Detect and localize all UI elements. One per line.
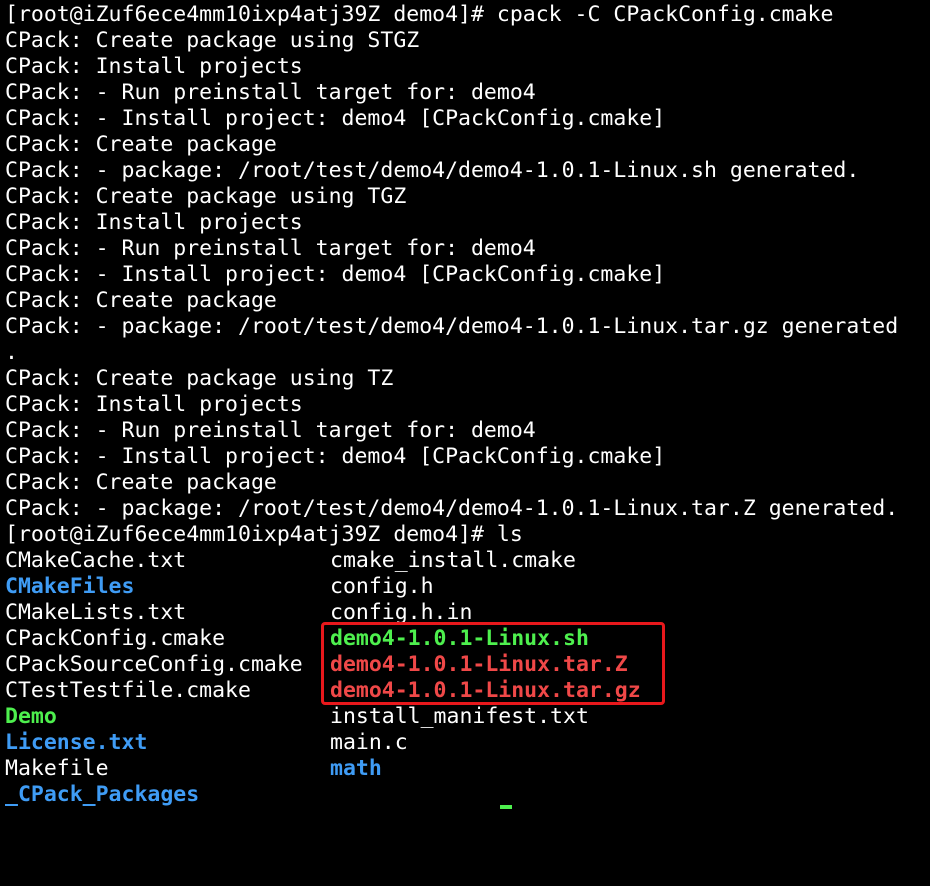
prompt-line: [root@iZuf6ece4mm10ixp4atj39Z demo4]# cp… xyxy=(5,2,834,27)
ls-entry: main.c xyxy=(330,730,408,755)
ls-entry-executable: demo4-1.0.1-Linux.sh xyxy=(330,626,589,651)
output-line: CPack: Create package using STGZ xyxy=(5,28,420,53)
ls-entry: CMakeCache.txt xyxy=(5,548,187,573)
ls-row: CMakeLists.txt config.h.in xyxy=(5,600,927,626)
ls-entry: Makefile xyxy=(5,756,109,781)
ls-row: Demo install_manifest.txt xyxy=(5,704,927,730)
ls-entry-executable: Demo xyxy=(5,704,57,729)
ls-row: CPackConfig.cmake demo4-1.0.1-Linux.sh xyxy=(5,626,927,652)
ls-entry: CMakeLists.txt xyxy=(5,600,187,625)
output-line: CPack: - package: /root/test/demo4/demo4… xyxy=(5,314,899,339)
output-line: . xyxy=(5,340,18,365)
output-line: CPack: Create package xyxy=(5,132,277,157)
ls-entry-directory: CMakeFiles xyxy=(5,574,135,599)
ls-entry-directory: _CPack_Packages xyxy=(5,782,200,807)
ls-entry: config.h xyxy=(330,574,434,599)
output-line: CPack: Create package using TZ xyxy=(5,366,394,391)
ls-row: Makefile math xyxy=(5,756,927,782)
output-line: CPack: - Install project: demo4 [CPackCo… xyxy=(5,106,666,131)
ls-entry: install_manifest.txt xyxy=(330,704,589,729)
output-line: CPack: - Install project: demo4 [CPackCo… xyxy=(5,444,666,469)
output-line: CPack: Install projects xyxy=(5,392,303,417)
output-line: CPack: - Run preinstall target for: demo… xyxy=(5,418,536,443)
ls-entry: config.h.in xyxy=(330,600,473,625)
ls-row: CMakeFiles config.h xyxy=(5,574,927,600)
terminal-output[interactable]: [root@iZuf6ece4mm10ixp4atj39Z demo4]# cp… xyxy=(5,2,927,808)
ls-entry-archive: demo4-1.0.1-Linux.tar.Z xyxy=(330,652,628,677)
output-line: CPack: Create package xyxy=(5,470,277,495)
output-line: CPack: Install projects xyxy=(5,54,303,79)
ls-entry: CPackSourceConfig.cmake xyxy=(5,652,303,677)
output-line: CPack: Create package xyxy=(5,288,277,313)
ls-entry: CTestTestfile.cmake xyxy=(5,678,251,703)
ls-row: CTestTestfile.cmake demo4-1.0.1-Linux.ta… xyxy=(5,678,927,704)
ls-entry-archive: demo4-1.0.1-Linux.tar.gz xyxy=(330,678,641,703)
output-line: CPack: - Run preinstall target for: demo… xyxy=(5,236,536,261)
prompt-line: [root@iZuf6ece4mm10ixp4atj39Z demo4]# ls xyxy=(5,522,523,547)
output-line: CPack: Install projects xyxy=(5,210,303,235)
ls-row: _CPack_Packages xyxy=(5,782,927,808)
ls-row: CPackSourceConfig.cmake demo4-1.0.1-Linu… xyxy=(5,652,927,678)
output-line: CPack: - package: /root/test/demo4/demo4… xyxy=(5,158,860,183)
ls-entry: cmake_install.cmake xyxy=(330,548,576,573)
terminal-cursor xyxy=(500,805,512,809)
output-line: CPack: - Run preinstall target for: demo… xyxy=(5,80,536,105)
ls-entry-directory: License.txt xyxy=(5,730,148,755)
output-line: CPack: - Install project: demo4 [CPackCo… xyxy=(5,262,666,287)
ls-entry-directory: math xyxy=(330,756,382,781)
output-line: CPack: - package: /root/test/demo4/demo4… xyxy=(5,496,899,521)
ls-entry: CPackConfig.cmake xyxy=(5,626,226,651)
ls-row: CMakeCache.txt cmake_install.cmake xyxy=(5,548,927,574)
output-line: CPack: Create package using TGZ xyxy=(5,184,407,209)
ls-row: License.txt main.c xyxy=(5,730,927,756)
